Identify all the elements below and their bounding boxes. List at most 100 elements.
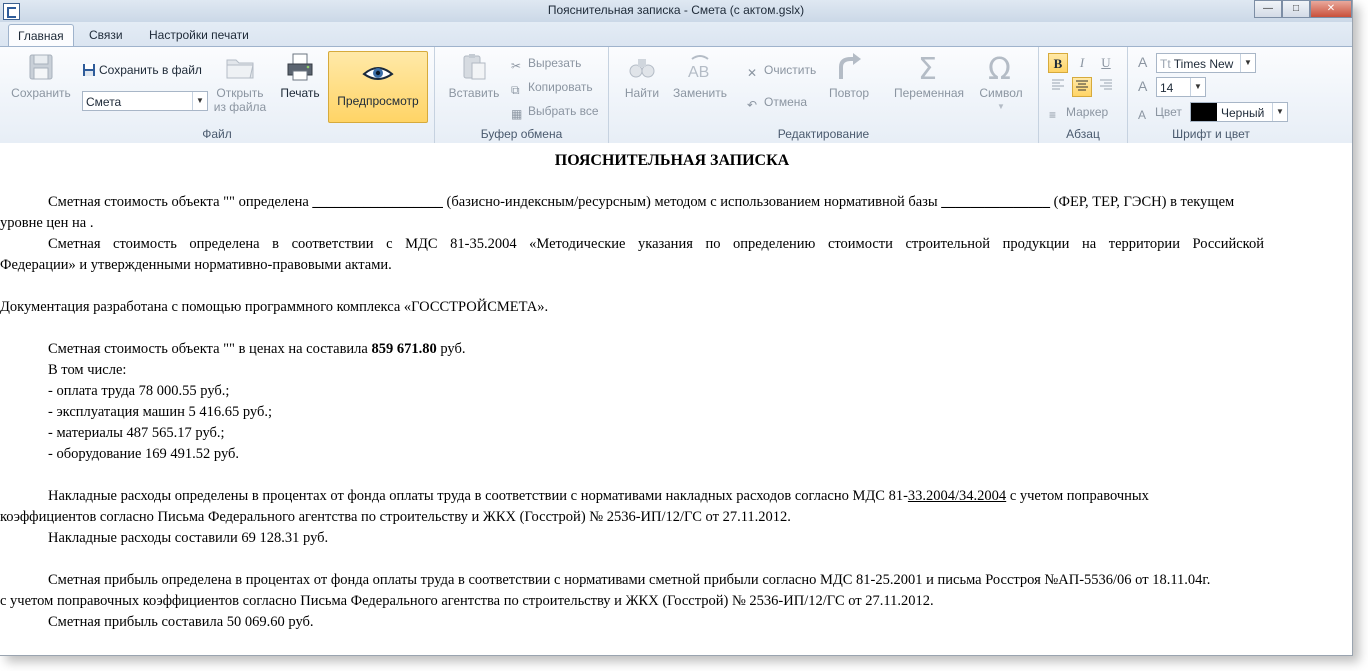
open-from-file-button[interactable]: Открыть из файла <box>210 51 270 114</box>
font-size-combo[interactable]: 14 ▼ <box>1156 77 1206 97</box>
document-combo-value: Смета <box>86 95 122 109</box>
chevron-down-icon[interactable]: ▼ <box>1272 103 1287 121</box>
para-2-line-1: Сметная стоимость определена в соответст… <box>48 236 1264 252</box>
font-size-value: 14 <box>1160 81 1174 95</box>
method-blank: __________________ <box>312 194 443 210</box>
save-button[interactable]: Сохранить <box>8 51 74 100</box>
chevron-down-icon[interactable]: ▼ <box>1240 54 1255 72</box>
para-5-line-2: коэффициентов согласно Письма Федерально… <box>0 509 791 525</box>
marker-button[interactable]: ≡ Маркер <box>1049 103 1109 122</box>
color-name: Черный <box>1221 106 1265 120</box>
find-button[interactable]: Найти <box>617 51 667 100</box>
para-1-line-2: уровне цен на . <box>0 215 94 231</box>
para-4: Сметная стоимость объекта "" в ценах на … <box>48 341 465 358</box>
close-button[interactable]: ✕ <box>1310 0 1352 18</box>
svg-text:Σ: Σ <box>918 52 937 83</box>
tab-links[interactable]: Связи <box>80 24 132 46</box>
paste-icon <box>463 54 486 80</box>
align-right-button[interactable] <box>1096 77 1116 97</box>
window-title: Пояснительная записка - Смета (с актом.g… <box>547 3 805 17</box>
group-clipboard-label: Буфер обмена <box>480 127 563 141</box>
group-file-label: Файл <box>202 127 232 141</box>
copy-button[interactable]: ⧉ Копировать <box>511 78 593 97</box>
italic-button[interactable]: I <box>1072 53 1092 73</box>
align-right-icon <box>1100 79 1112 90</box>
para-2-line-2: Федерации» и утвержденными нормативно-пр… <box>0 257 392 273</box>
align-left-icon <box>1052 79 1064 90</box>
font-name-combo[interactable]: Tt Times New ▼ <box>1156 53 1256 73</box>
tab-print-settings[interactable]: Настройки печати <box>140 24 258 46</box>
para-5-text-b: с учетом поправочных <box>1006 488 1149 504</box>
text-color-icon: A <box>1138 108 1147 122</box>
open-label-2: из файла <box>213 100 267 114</box>
including-label: В том числе: <box>48 362 127 378</box>
doc-heading: ПОЯСНИТЕЛЬНАЯ ЗАПИСКА <box>554 152 790 169</box>
bold-button[interactable]: B <box>1048 53 1068 73</box>
para-1-text-a: Сметная стоимость объекта "" определена <box>48 194 313 210</box>
ribbon-tabs: Главная Связи Настройки печати <box>0 22 1352 47</box>
svg-text:Ω: Ω <box>988 52 1011 83</box>
clear-label: Очистить <box>764 63 817 77</box>
print-label: Печать <box>280 86 320 100</box>
preview-button[interactable]: Предпросмотр <box>328 51 428 123</box>
list-item: - эксплуатация машин 5 416.65 руб.; <box>48 404 273 420</box>
floppy-icon <box>29 54 53 80</box>
copy-label: Копировать <box>528 80 593 94</box>
window-controls: — □ ✕ <box>1254 0 1352 18</box>
undo-button[interactable]: ↶ Отмена <box>747 93 807 112</box>
mds-link[interactable]: 33.2004/34.2004 <box>908 488 1006 504</box>
folder-icon <box>226 59 254 79</box>
para-1-text-c: (ФЕР, ТЕР, ГЭСН) в текущем <box>1050 194 1235 210</box>
select-all-button[interactable]: ▦ Выбрать все <box>511 102 599 121</box>
color-label-wrap: A Цвет <box>1138 103 1182 122</box>
variable-label: Переменная <box>894 86 964 100</box>
list-item: - оборудование 169 491.52 руб. <box>48 446 240 462</box>
color-label: Цвет <box>1155 105 1182 119</box>
marker-label: Маркер <box>1066 105 1109 119</box>
redo-label: Повтор <box>828 86 870 100</box>
binoculars-icon <box>629 59 655 78</box>
clear-button[interactable]: ✕ Очистить <box>747 61 817 80</box>
para-6-line-2: с учетом поправочных коэффициентов согла… <box>0 593 934 609</box>
document-combo[interactable]: Смета ▼ <box>82 91 208 111</box>
minimize-button[interactable]: — <box>1254 0 1282 18</box>
title-bar: Пояснительная записка - Смета (с актом.g… <box>0 0 1352 22</box>
open-label-1: Открыть <box>216 86 264 100</box>
replace-button[interactable]: AB Заменить <box>671 51 729 100</box>
chevron-down-icon[interactable]: ▼ <box>1190 78 1205 96</box>
maximize-button[interactable]: □ <box>1282 0 1310 18</box>
document-area[interactable]: ПОЯСНИТЕЛЬНАЯ ЗАПИСКА Сметная стоимость … <box>0 143 1352 655</box>
group-font-label: Шрифт и цвет <box>1172 127 1250 141</box>
redo-button[interactable]: Повтор <box>823 51 875 100</box>
color-swatch <box>1191 103 1217 121</box>
tab-home[interactable]: Главная <box>8 24 74 47</box>
chevron-down-icon[interactable]: ▼ <box>192 92 207 110</box>
group-font: A Tt Times New ▼ A 14 ▼ A Цвет Черный ▼ Ш… <box>1128 47 1294 143</box>
para-4-text-b: руб. <box>436 341 466 357</box>
underline-button[interactable]: U <box>1096 53 1116 73</box>
symbol-button[interactable]: Ω Символ ▼ <box>973 51 1029 114</box>
clear-icon: ✕ <box>747 66 758 80</box>
cut-button[interactable]: ✂ Вырезать <box>511 54 582 73</box>
print-button[interactable]: Печать <box>274 51 326 100</box>
copy-icon: ⧉ <box>511 83 520 97</box>
list-item: - материалы 487 565.17 руб.; <box>48 425 225 441</box>
align-left-button[interactable] <box>1048 77 1068 97</box>
group-editing: Найти AB Заменить ✕ Очистить ↶ Отмена По… <box>609 47 1039 143</box>
printer-icon <box>287 53 313 81</box>
font-icon: A <box>1138 54 1148 70</box>
para-5-line-1: Накладные расходы определены в процентах… <box>48 488 1149 505</box>
paste-button[interactable]: Вставить <box>443 51 505 100</box>
para-6-line-1: Сметная прибыль определена в процентах о… <box>48 572 1211 588</box>
symbol-label: Символ <box>979 86 1023 100</box>
app-window: Пояснительная записка - Смета (с актом.g… <box>0 0 1353 656</box>
save-to-file-button[interactable]: Сохранить в файл <box>82 61 202 79</box>
font-name-value: Times New <box>1173 57 1234 71</box>
save-label: Сохранить <box>11 86 71 100</box>
para-3: Документация разработана с помощью прогр… <box>0 299 549 315</box>
eye-icon <box>362 67 394 80</box>
align-center-button[interactable] <box>1072 77 1092 97</box>
variable-button[interactable]: Σ Переменная <box>891 51 967 100</box>
chevron-down-icon: ▼ <box>997 102 1005 111</box>
cut-label: Вырезать <box>528 56 582 70</box>
